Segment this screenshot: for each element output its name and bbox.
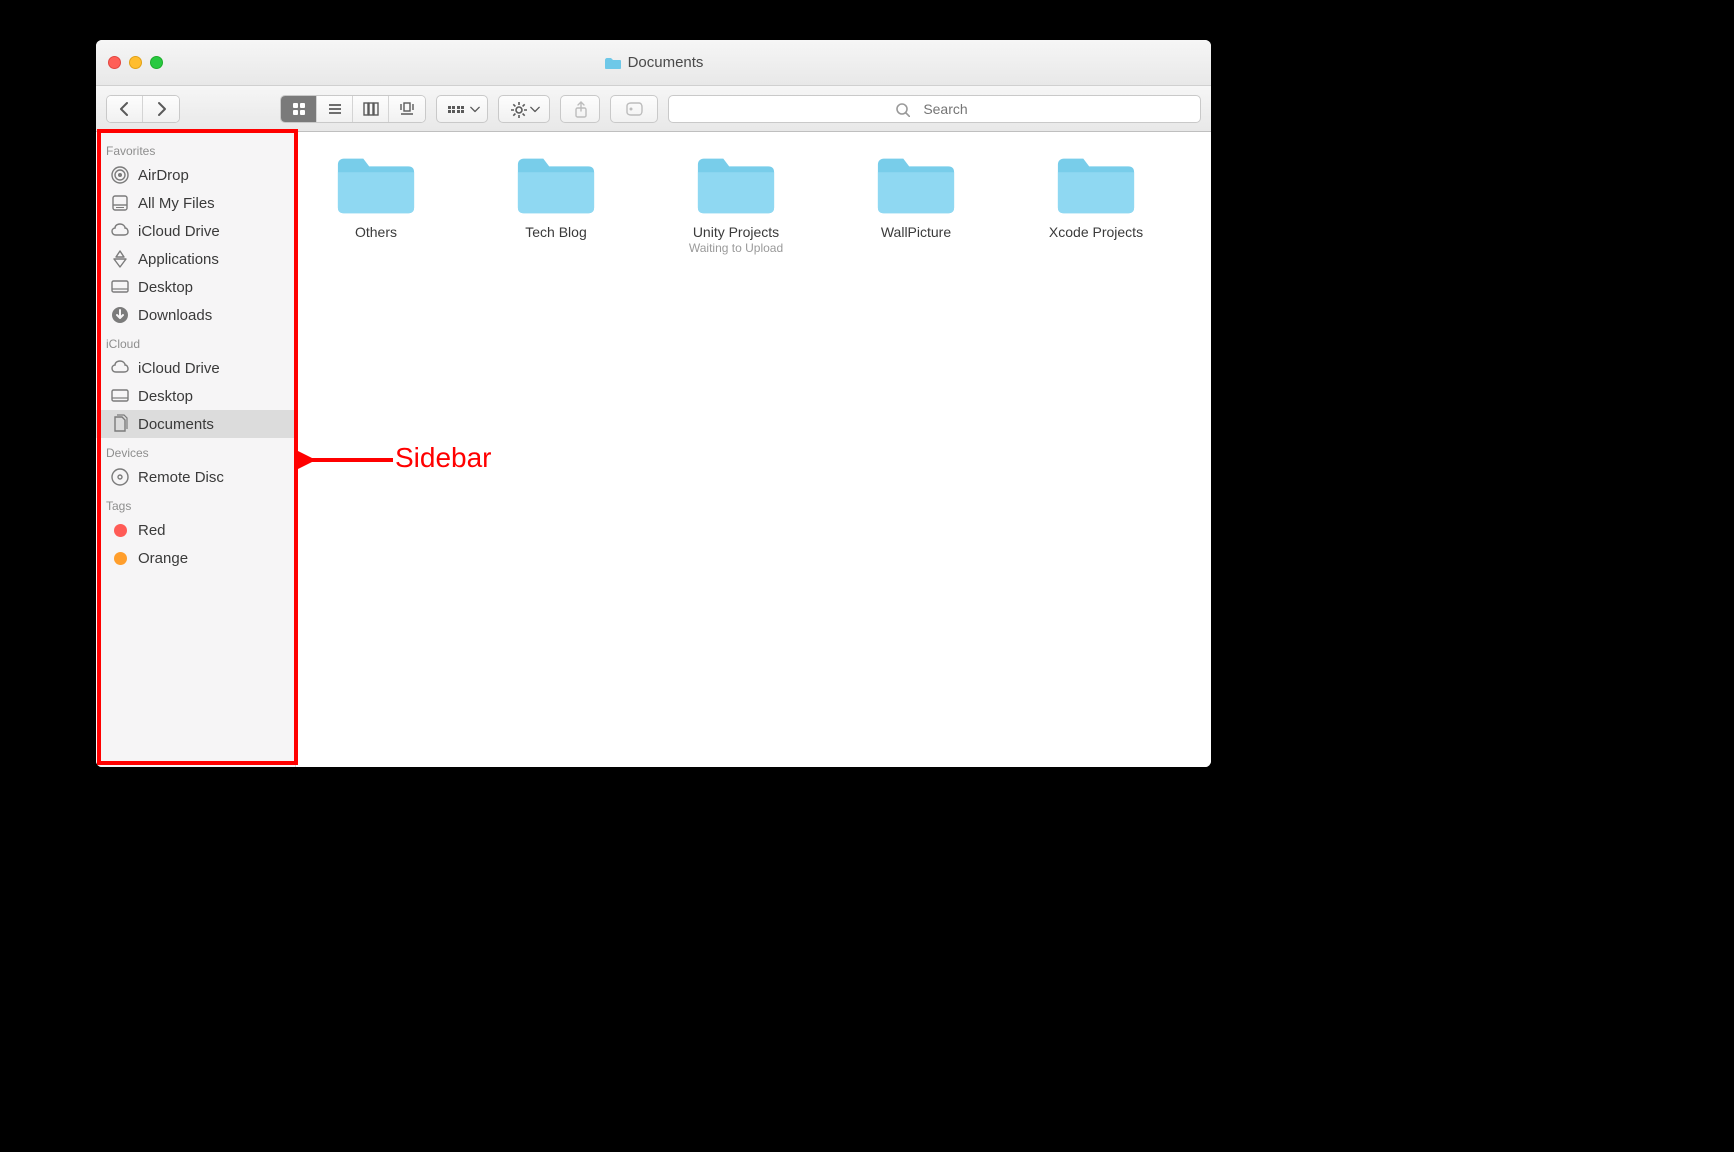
sidebar-item-label: iCloud Drive: [138, 223, 220, 240]
sidebar-item-all-my-files[interactable]: All My Files: [96, 189, 295, 217]
close-button[interactable]: [108, 56, 121, 69]
sidebar-item-applications[interactable]: Applications: [96, 245, 295, 273]
airdrop-icon: [110, 165, 130, 185]
folder-label: Tech Blog: [525, 224, 586, 240]
folder-icon: [1054, 148, 1138, 218]
forward-button[interactable]: [143, 96, 179, 122]
minimize-button[interactable]: [129, 56, 142, 69]
folder-icon: [694, 148, 778, 218]
nav-buttons: [106, 95, 180, 123]
folder-icon: [514, 148, 598, 218]
window-body: Favorites AirDrop All My Files iCloud Drive…: [96, 132, 1211, 767]
disc-icon: [110, 467, 130, 487]
finder-window: Documents: [96, 40, 1211, 767]
sidebar-section-header: Tags: [96, 491, 295, 516]
sidebar-item-downloads[interactable]: Downloads: [96, 301, 295, 329]
sidebar-item-desktop[interactable]: Desktop: [96, 273, 295, 301]
folder-item[interactable]: Tech Blog: [496, 148, 616, 255]
sidebar-section-header: iCloud: [96, 329, 295, 354]
traffic-lights: [96, 56, 163, 69]
folder-label: WallPicture: [881, 224, 951, 240]
folder-item[interactable]: Xcode Projects: [1036, 148, 1156, 255]
folder-icon: [604, 56, 622, 70]
view-icon-button[interactable]: [281, 96, 317, 122]
sidebar-item-label: Desktop: [138, 388, 193, 405]
folder-item[interactable]: WallPicture: [856, 148, 976, 255]
view-coverflow-button[interactable]: [389, 96, 425, 122]
window-title: Documents: [96, 54, 1211, 71]
sidebar-item-label: AirDrop: [138, 167, 189, 184]
action-button[interactable]: [498, 95, 550, 123]
maximize-button[interactable]: [150, 56, 163, 69]
view-column-button[interactable]: [353, 96, 389, 122]
window-title-text: Documents: [628, 54, 704, 71]
sidebar: Favorites AirDrop All My Files iCloud Drive…: [96, 132, 296, 767]
view-list-button[interactable]: [317, 96, 353, 122]
sidebar-item-label: Desktop: [138, 279, 193, 296]
sidebar-item-orange[interactable]: Orange: [96, 544, 295, 572]
folder-label: Xcode Projects: [1049, 224, 1143, 240]
share-button[interactable]: [560, 95, 600, 123]
group-by-button[interactable]: [436, 95, 488, 123]
sidebar-item-desktop[interactable]: Desktop: [96, 382, 295, 410]
sidebar-item-icloud-drive[interactable]: iCloud Drive: [96, 217, 295, 245]
titlebar: Documents: [96, 40, 1211, 86]
edit-tags-button[interactable]: [610, 95, 658, 123]
cloud-icon: [110, 358, 130, 378]
back-button[interactable]: [107, 96, 143, 122]
desktop-icon: [110, 386, 130, 406]
folder-item[interactable]: Others: [316, 148, 436, 255]
folder-label: Unity Projects: [693, 224, 779, 240]
sidebar-item-label: Documents: [138, 416, 214, 433]
sidebar-item-label: iCloud Drive: [138, 360, 220, 377]
documents-icon: [110, 414, 130, 434]
sidebar-item-label: Orange: [138, 550, 188, 567]
sidebar-item-label: Remote Disc: [138, 469, 224, 486]
toolbar: [96, 86, 1211, 132]
tag-icon: [110, 520, 130, 540]
content-area[interactable]: Others Tech Blog Unity ProjectsWaiting to …: [296, 132, 1211, 767]
cloud-icon: [110, 221, 130, 241]
search-field[interactable]: [668, 95, 1201, 123]
sidebar-item-label: All My Files: [138, 195, 215, 212]
sidebar-item-icloud-drive[interactable]: iCloud Drive: [96, 354, 295, 382]
folder-subtitle: Waiting to Upload: [689, 241, 783, 255]
downloads-icon: [110, 305, 130, 325]
sidebar-item-label: Red: [138, 522, 166, 539]
sidebar-item-label: Downloads: [138, 307, 212, 324]
folder-label: Others: [355, 224, 397, 240]
sidebar-item-remote-disc[interactable]: Remote Disc: [96, 463, 295, 491]
folder-icon: [334, 148, 418, 218]
sidebar-section-header: Favorites: [96, 136, 295, 161]
sidebar-item-label: Applications: [138, 251, 219, 268]
tag-icon: [110, 548, 130, 568]
sidebar-item-airdrop[interactable]: AirDrop: [96, 161, 295, 189]
folder-icon: [874, 148, 958, 218]
view-switcher: [280, 95, 426, 123]
sidebar-item-documents[interactable]: Documents: [96, 410, 295, 438]
folder-item[interactable]: Unity ProjectsWaiting to Upload: [676, 148, 796, 255]
search-input[interactable]: [916, 101, 976, 117]
sidebar-section-header: Devices: [96, 438, 295, 463]
apps-icon: [110, 249, 130, 269]
desktop-icon: [110, 277, 130, 297]
sidebar-item-red[interactable]: Red: [96, 516, 295, 544]
allmyfiles-icon: [110, 193, 130, 213]
